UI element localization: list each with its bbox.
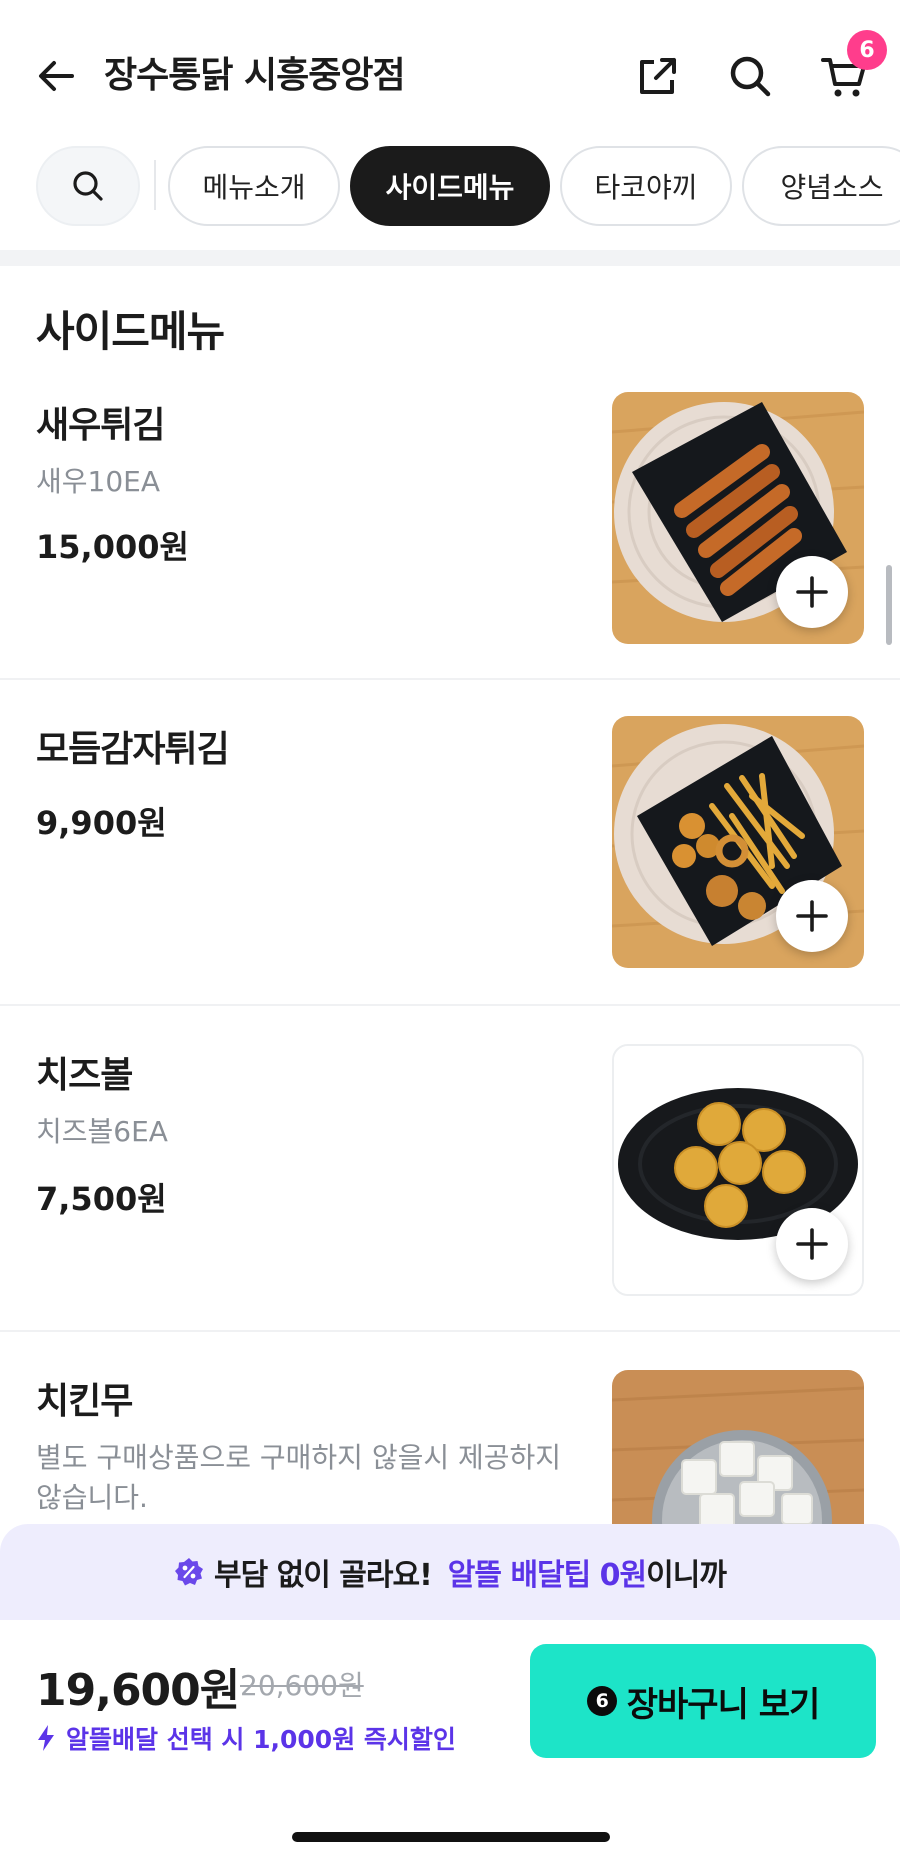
share-icon	[640, 58, 676, 94]
view-cart-label: 장바구니 보기	[626, 1684, 821, 1725]
app-header: 장수통닭 시흥중앙점 6	[0, 0, 900, 140]
item-price: 7,500원	[36, 1180, 167, 1218]
item-name: 치즈볼	[36, 1055, 133, 1096]
cart-count-badge: 6	[586, 1686, 617, 1716]
promo-suffix: 이니까	[646, 1558, 727, 1593]
tab-side-menu[interactable]: 사이드메뉴	[350, 146, 550, 226]
discount-badge-icon	[175, 1558, 204, 1586]
item-description: 별도 구매상품으로 구매하지 않을시 제공하지 않습니다.	[36, 1441, 562, 1514]
item-name: 모듬감자튀김	[36, 729, 230, 770]
plus-icon	[796, 900, 828, 932]
instant-discount-notice: 알뜰배달 선택 시 1,000원 즉시할인	[36, 1720, 456, 1756]
row-divider	[0, 678, 900, 680]
back-button[interactable]	[32, 52, 80, 100]
lightning-icon	[38, 1725, 54, 1751]
original-price: 20,600원	[240, 1669, 364, 1702]
add-to-cart-button[interactable]	[776, 556, 848, 628]
tab-menu-intro[interactable]: 메뉴소개	[168, 146, 340, 226]
order-bar: 19,600원 20,600원 알뜰배달 선택 시 1,000원 즉시할인 6 …	[0, 1620, 900, 1860]
scrollbar[interactable]	[886, 565, 892, 645]
row-divider	[0, 1004, 900, 1006]
category-tabs: 메뉴소개 사이드메뉴 타코야끼 양념소스	[0, 142, 900, 228]
promo-text: 부담 없이 골라요!	[214, 1558, 433, 1593]
store-title: 장수통닭 시흥중앙점	[104, 55, 406, 96]
promo-highlight: 알뜰 배달팁 0원	[447, 1558, 647, 1593]
search-icon	[73, 171, 103, 201]
section-gap	[0, 250, 900, 266]
promo-banner: 부담 없이 골라요! 알뜰 배달팁 0원 이니까	[0, 1524, 900, 1620]
plus-icon	[796, 1228, 828, 1260]
chicken-radish-photo[interactable]	[612, 1370, 864, 1530]
row-divider	[0, 1330, 900, 1332]
add-to-cart-button[interactable]	[776, 1208, 848, 1280]
tab-divider	[154, 160, 156, 210]
total-price: 19,600원	[36, 1665, 240, 1716]
arrow-left-icon	[39, 61, 74, 91]
section-title: 사이드메뉴	[36, 307, 225, 356]
home-indicator	[292, 1832, 610, 1842]
item-price: 15,000원	[36, 528, 189, 566]
search-button[interactable]	[724, 50, 776, 102]
item-description: 치즈볼6EA	[36, 1115, 168, 1148]
tab-takoyaki[interactable]: 타코야끼	[560, 146, 732, 226]
plus-icon	[796, 576, 828, 608]
item-name: 새우튀김	[36, 405, 165, 446]
share-button[interactable]	[632, 50, 684, 102]
discount-text: 알뜰배달 선택 시 1,000원 즉시할인	[66, 1725, 456, 1754]
item-price: 9,900원	[36, 804, 167, 842]
item-description: 새우10EA	[36, 465, 160, 498]
item-name: 치킨무	[36, 1381, 133, 1422]
menu-search-button[interactable]	[36, 146, 140, 226]
cart-count-badge: 6	[847, 30, 887, 70]
tab-sauce[interactable]: 양념소스	[742, 146, 900, 226]
view-cart-button[interactable]: 6 장바구니 보기	[530, 1644, 876, 1758]
search-icon	[730, 56, 771, 97]
add-to-cart-button[interactable]	[776, 880, 848, 952]
